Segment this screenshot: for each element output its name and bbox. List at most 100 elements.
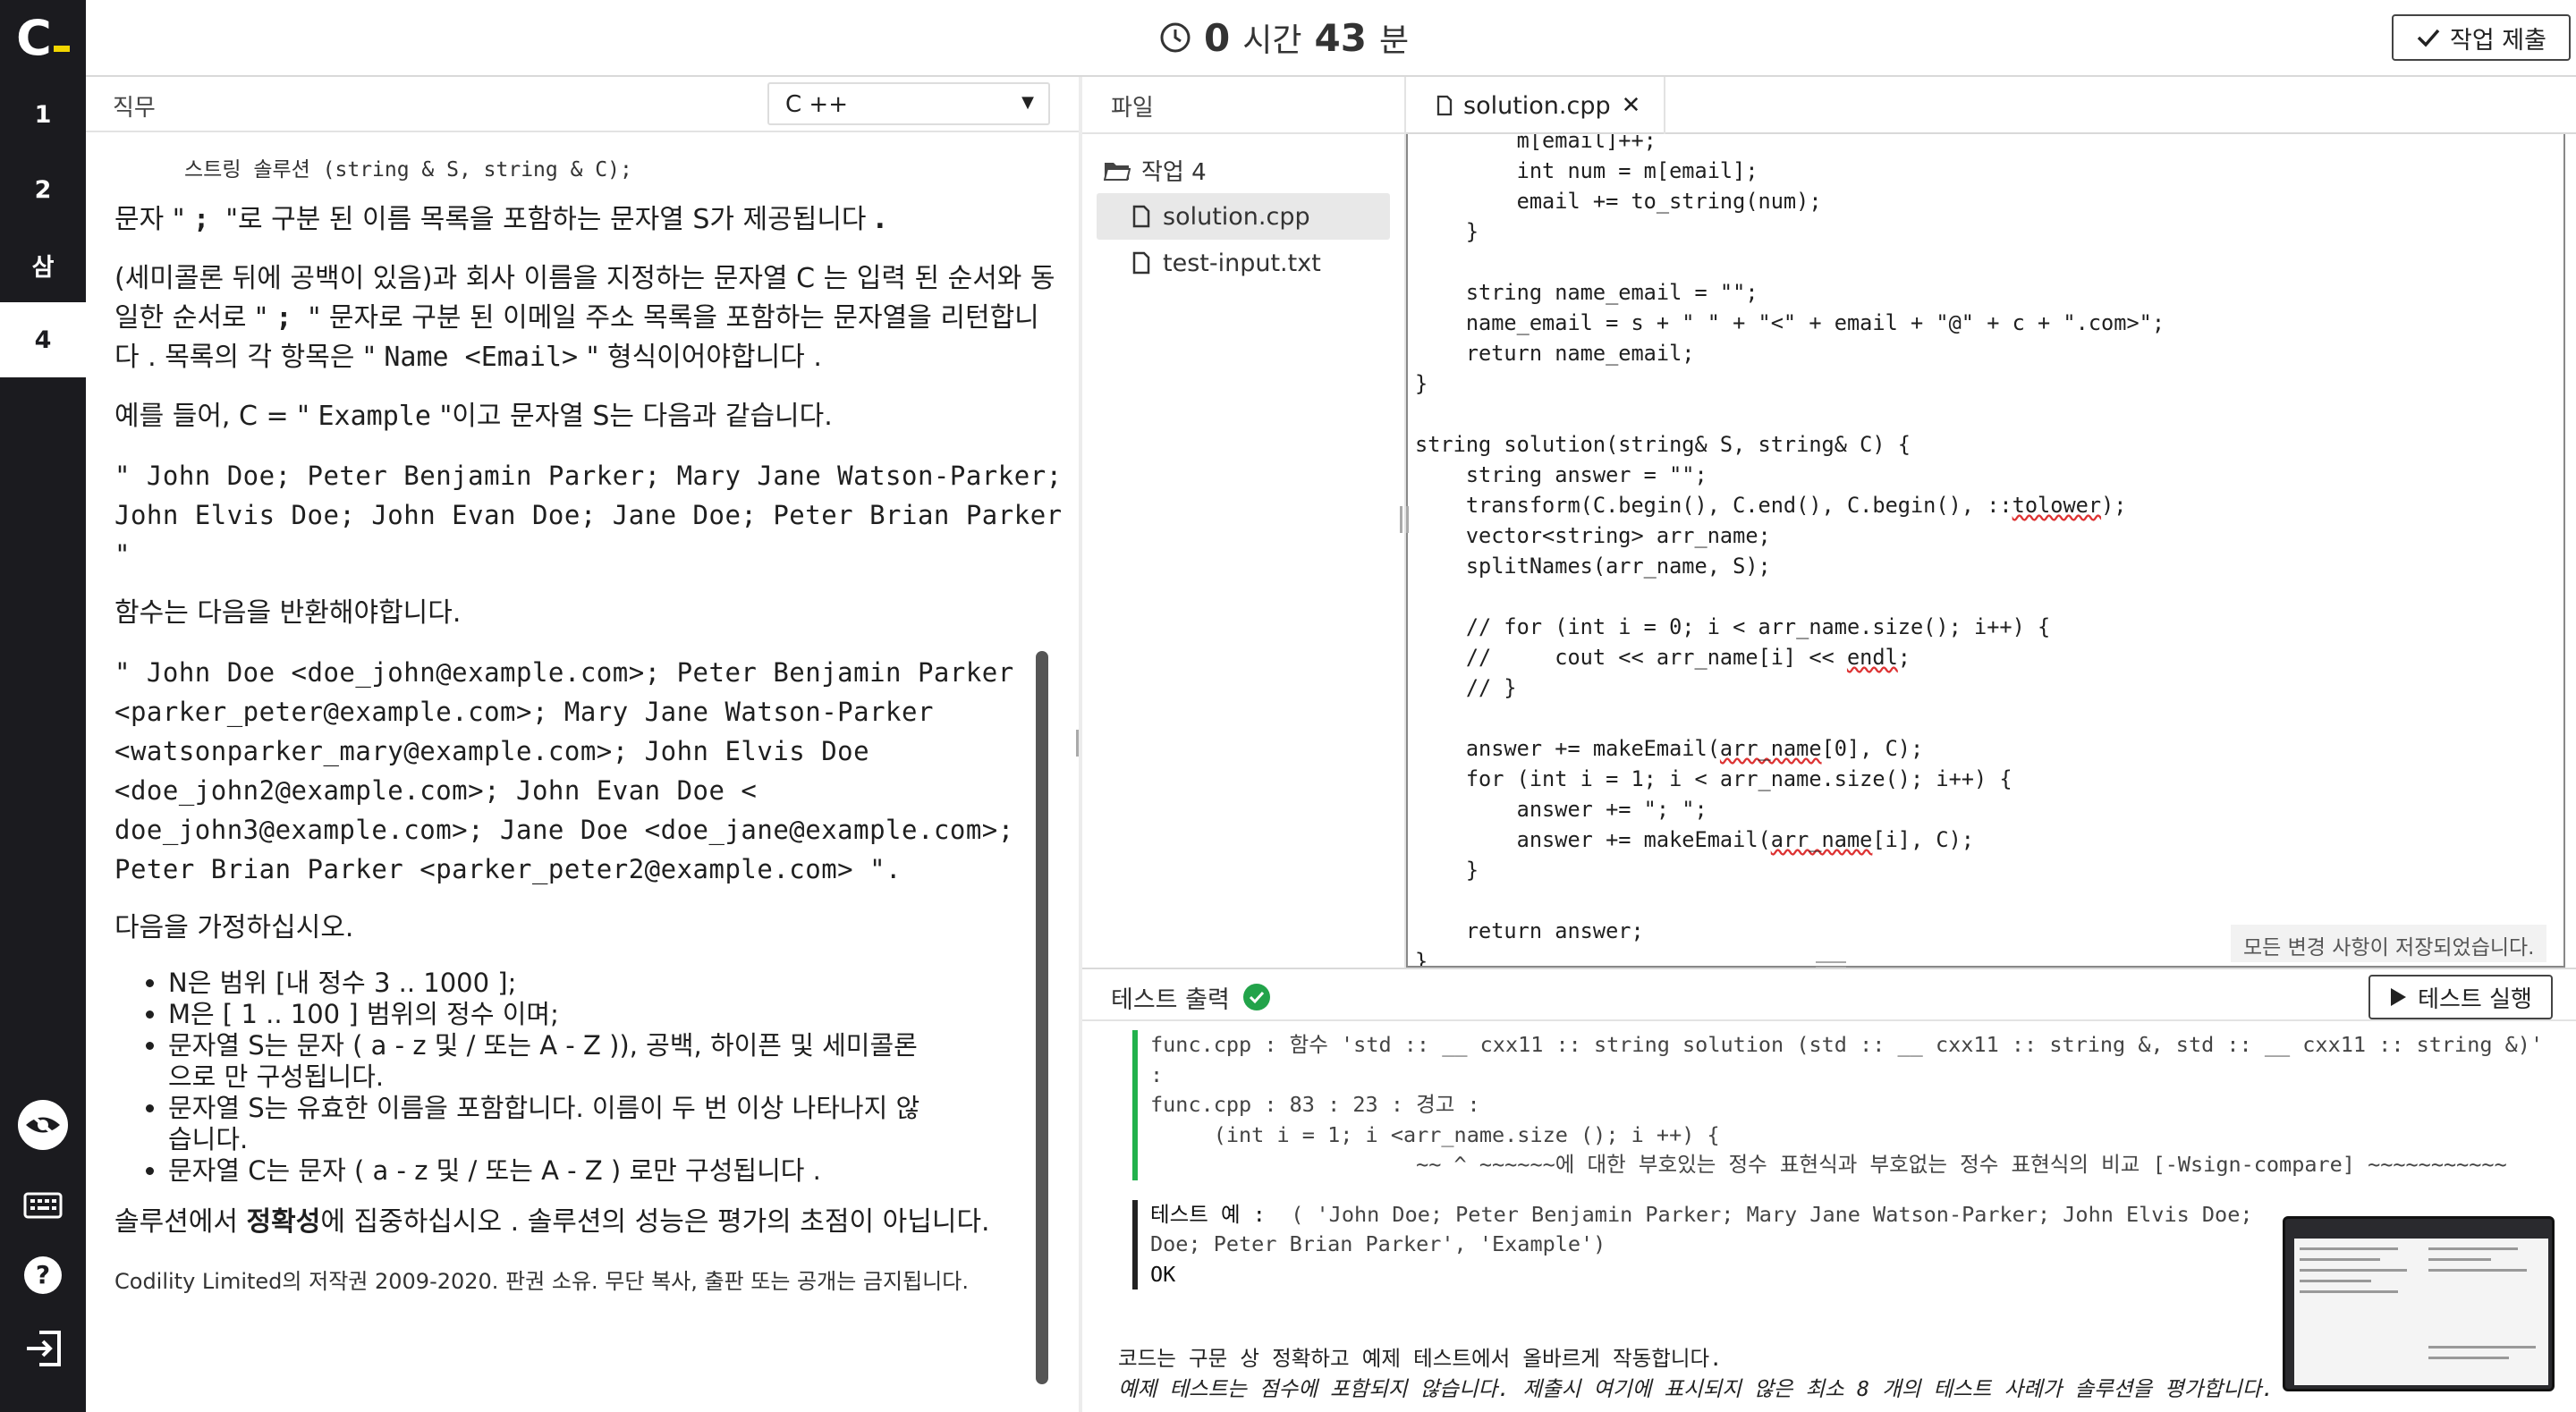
help-icon[interactable]: ? bbox=[16, 1248, 70, 1302]
test-output-title: 테스트 출력 bbox=[1111, 986, 1230, 1014]
code-line[interactable]: answer += makeEmail(arr_name[0], C); bbox=[1415, 733, 2165, 764]
close-icon[interactable]: ✕ bbox=[1622, 92, 1641, 119]
problem-pane: 직무 C ++ ▼ 스트링 솔루션 (string & S, string & … bbox=[86, 77, 1080, 1412]
code-editor: solution.cpp ✕ m[email]++; int num = m[e… bbox=[1406, 77, 2576, 968]
code-line[interactable]: for (int i = 1; i < arr_name.size(); i++… bbox=[1415, 764, 2165, 794]
code-line[interactable]: return name_email; bbox=[1415, 338, 2165, 368]
task-tab-3[interactable]: 삼 bbox=[0, 227, 86, 302]
example-output: " John Doe <doe_john@example.com>; Peter… bbox=[114, 657, 1014, 884]
code-line[interactable]: } bbox=[1415, 216, 2165, 247]
lint-warning: arr_name bbox=[1770, 827, 1873, 852]
lint-warning: arr_name bbox=[1719, 736, 1822, 761]
example-input: " John Doe; Peter Benjamin Parker; Mary … bbox=[114, 461, 1063, 570]
code-line[interactable] bbox=[1415, 399, 2165, 429]
editor-splitter-grip[interactable] bbox=[1400, 506, 1409, 533]
code-line[interactable]: } bbox=[1415, 855, 2165, 885]
code-line[interactable]: // for (int i = 0; i < arr_name.size(); … bbox=[1415, 612, 2165, 642]
submit-task-button[interactable]: 작업 제출 bbox=[2392, 14, 2571, 61]
keyboard-icon[interactable] bbox=[16, 1177, 70, 1230]
code-line[interactable]: splitNames(arr_name, S); bbox=[1415, 551, 2165, 581]
divider bbox=[1082, 132, 1406, 134]
text-span: "로 구분 된 이름 목록을 포함하는 문자열 S가 제공됩니다 bbox=[225, 204, 876, 235]
code-line[interactable]: string name_email = ""; bbox=[1415, 277, 2165, 308]
folder-task-4[interactable]: 작업 4 bbox=[1104, 154, 1207, 187]
list-item: M은 [ 1 .. 100 ] 범위의 정수 이며; bbox=[168, 999, 1063, 1030]
file-test-input[interactable]: test-input.txt bbox=[1097, 240, 1390, 286]
timer: 0 시간 43 분 bbox=[1159, 13, 1409, 63]
problem-header: 직무 C ++ ▼ bbox=[86, 77, 1080, 132]
timer-minutes: 43 bbox=[1314, 15, 1367, 60]
play-icon bbox=[2391, 988, 2407, 1006]
code-line[interactable]: int num = m[email]; bbox=[1415, 156, 2165, 186]
code-span: ; bbox=[193, 204, 226, 235]
problem-paragraph-3: 예를 들어, C = " Example "이고 문자열 S는 다음과 같습니다… bbox=[114, 397, 1063, 436]
code-text[interactable]: m[email]++; int num = m[email]; email +=… bbox=[1415, 134, 2165, 966]
code-line[interactable] bbox=[1415, 885, 2165, 916]
code-line[interactable]: vector<string> arr_name; bbox=[1415, 520, 2165, 551]
code-span: Name <Email> bbox=[384, 342, 579, 373]
text-span: . bbox=[875, 204, 886, 235]
check-icon bbox=[2417, 29, 2440, 47]
code-line[interactable]: // cout << arr_name[i] << endl; bbox=[1415, 642, 2165, 672]
editor-tab-label: solution.cpp bbox=[1463, 91, 1611, 120]
task-tab-4[interactable]: 4 bbox=[0, 302, 86, 377]
list-item: 문자열 S는 유효한 이름을 포함합니다. 이름이 두 번 이상 나타나지 않습… bbox=[168, 1093, 937, 1155]
code-line[interactable]: return answer; bbox=[1415, 916, 2165, 946]
log-line: (int i = 1; i <arr_name.size (); i ++) { bbox=[1150, 1121, 1720, 1147]
return-intro: 함수는 다음을 반환해야합니다. bbox=[114, 597, 462, 629]
file-solution-cpp[interactable]: solution.cpp bbox=[1097, 193, 1390, 240]
code-span: ; bbox=[275, 302, 309, 334]
log-line: func.cpp : 함수 'std :: __ cxx11 :: string… bbox=[1150, 1032, 2544, 1057]
editor-tab-solution[interactable]: solution.cpp ✕ bbox=[1406, 77, 1665, 134]
logo-letter: C bbox=[16, 9, 52, 66]
left-rail: C 1 2 삼 4 ? bbox=[0, 0, 86, 1412]
lint-warning: endl bbox=[1846, 645, 1898, 670]
language-select[interactable]: C ++ ▼ bbox=[767, 82, 1050, 125]
exit-icon[interactable] bbox=[16, 1322, 70, 1375]
problem-header-title: 직무 bbox=[113, 95, 156, 122]
code-line[interactable]: string answer = ""; bbox=[1415, 460, 2165, 490]
code-line[interactable]: transform(C.begin(), C.end(), C.begin(),… bbox=[1415, 490, 2165, 520]
file-icon bbox=[1436, 95, 1453, 116]
file-label: solution.cpp bbox=[1163, 202, 1310, 231]
lint-warning: tolower bbox=[2012, 493, 2102, 518]
code-line[interactable]: } bbox=[1415, 946, 2165, 966]
code-line[interactable]: answer += "; "; bbox=[1415, 794, 2165, 824]
assume-intro: 다음을 가정하십시오. bbox=[114, 912, 354, 943]
file-tree-header: 파일 bbox=[1111, 95, 1154, 122]
task-tab-1[interactable]: 1 bbox=[0, 77, 86, 152]
run-tests-button[interactable]: 테스트 실행 bbox=[2368, 975, 2553, 1019]
eye-icon[interactable] bbox=[16, 1098, 70, 1152]
code-line[interactable]: m[email]++; bbox=[1415, 134, 2165, 156]
code-line[interactable] bbox=[1415, 703, 2165, 733]
text-span: 솔루션에서 bbox=[114, 1206, 247, 1238]
code-line[interactable]: email += to_string(num); bbox=[1415, 186, 2165, 216]
problem-scrollbar[interactable] bbox=[1036, 651, 1048, 1384]
problem-paragraph-1: 문자 " ; "로 구분 된 이름 목록을 포함하는 문자열 S가 제공됩니다 … bbox=[114, 200, 1063, 240]
code-line[interactable] bbox=[1415, 247, 2165, 277]
example-test-label: 테스트 예 : bbox=[1150, 1201, 1266, 1227]
editor-tab-bar: solution.cpp ✕ bbox=[1406, 77, 2576, 134]
task-tab-2[interactable]: 2 bbox=[0, 152, 86, 227]
file-label: test-input.txt bbox=[1163, 249, 1321, 277]
example-test-value: ( 'John Doe; Peter Benjamin Parker; Mary… bbox=[1265, 1201, 2253, 1227]
code-line[interactable]: } bbox=[1415, 368, 2165, 399]
top-bar: 0 시간 43 분 작업 제출 bbox=[86, 0, 2576, 77]
text-span: " 형식이어야합니다 . bbox=[578, 342, 822, 373]
problem-statement: 스트링 솔루션 (string & S, string & C); 문자 " ;… bbox=[114, 150, 1063, 1321]
code-line[interactable] bbox=[1415, 581, 2165, 612]
file-icon bbox=[1132, 205, 1150, 228]
code-line[interactable]: // } bbox=[1415, 672, 2165, 703]
logo-underscore bbox=[53, 45, 70, 52]
timer-hours-unit: 시간 bbox=[1242, 22, 1302, 59]
run-tests-label: 테스트 실행 bbox=[2418, 985, 2532, 1013]
svg-text:?: ? bbox=[36, 1260, 50, 1289]
file-icon bbox=[1132, 251, 1150, 275]
code-line[interactable]: answer += makeEmail(arr_name[i], C); bbox=[1415, 824, 2165, 855]
code-line[interactable]: name_email = s + " " + "<" + email + "@"… bbox=[1415, 308, 2165, 338]
code-line[interactable]: string solution(string& S, string& C) { bbox=[1415, 429, 2165, 460]
text-span: 문자 " bbox=[114, 204, 194, 235]
code-input-area[interactable]: m[email]++; int num = m[email]; email +=… bbox=[1406, 134, 2565, 968]
list-item: N은 범위 [내 정수 3 .. 1000 ]; bbox=[168, 968, 1063, 999]
timer-hours: 0 bbox=[1204, 15, 1231, 60]
